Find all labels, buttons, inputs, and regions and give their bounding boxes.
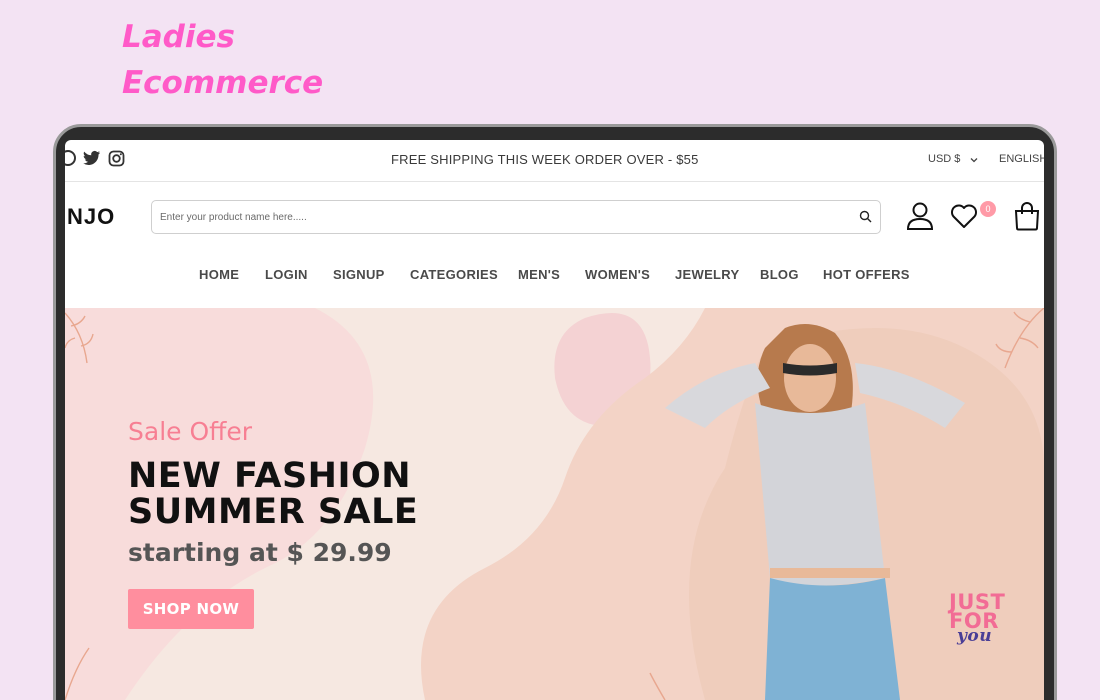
social-links [65,149,125,167]
website-screen: FREE SHIPPING THIS WEEK ORDER OVER - $55… [65,140,1044,700]
shipping-banner: FREE SHIPPING THIS WEEK ORDER OVER - $55 [391,152,699,167]
search-icon[interactable] [859,210,872,228]
hero-tagline: Sale Offer [128,417,253,446]
heading-line-1: Ladies [122,19,235,55]
user-icon[interactable] [905,201,935,236]
language-selector[interactable]: ENGLISH [999,153,1044,165]
nav-item-blog[interactable]: BLOG [760,267,799,282]
main-nav: HOME LOGIN SIGNUP CATEGORIES MEN'S WOMEN… [65,267,1044,289]
nav-item-login[interactable]: LOGIN [265,267,308,282]
pinterest-icon[interactable] [65,149,77,167]
nav-item-mens[interactable]: MEN'S [518,267,560,282]
search-bar [151,200,881,234]
hero-price: starting at $ 29.99 [128,538,392,567]
nav-item-home[interactable]: HOME [199,267,239,282]
search-input[interactable] [160,209,840,225]
hero-headline: NEW FASHION SUMMER SALE [128,458,418,530]
page-heading: Ladies Ecommerce [122,14,323,106]
heading-line-2: Ecommerce [122,65,324,101]
nav-item-jewelry[interactable]: JEWELRY [675,267,739,282]
hero-banner: Sale Offer NEW FASHION SUMMER SALE start… [65,308,1044,700]
heart-icon[interactable] [950,203,978,234]
hero-headline-line-2: SUMMER SALE [128,492,419,532]
twitter-icon[interactable] [83,149,101,167]
chevron-down-icon[interactable] [969,152,979,170]
just-for-you-badge: JUST FOR you [949,592,1005,646]
wishlist-count-badge: 0 [980,201,996,217]
instagram-icon[interactable] [107,149,125,167]
nav-item-womens[interactable]: WOMEN'S [585,267,650,282]
hero-headline-line-1: NEW FASHION [128,456,412,496]
site-logo[interactable]: NJO [67,204,115,230]
nav-item-hot-offers[interactable]: HOT OFFERS [823,267,910,282]
nav-item-categories[interactable]: CATEGORIES [410,267,498,282]
shopping-bag-icon[interactable] [1013,201,1041,236]
currency-selector[interactable]: USD $ [928,153,960,165]
top-bar: FREE SHIPPING THIS WEEK ORDER OVER - $55… [65,140,1044,182]
shop-now-button[interactable]: SHOP NOW [128,589,254,629]
nav-item-signup[interactable]: SIGNUP [333,267,385,282]
